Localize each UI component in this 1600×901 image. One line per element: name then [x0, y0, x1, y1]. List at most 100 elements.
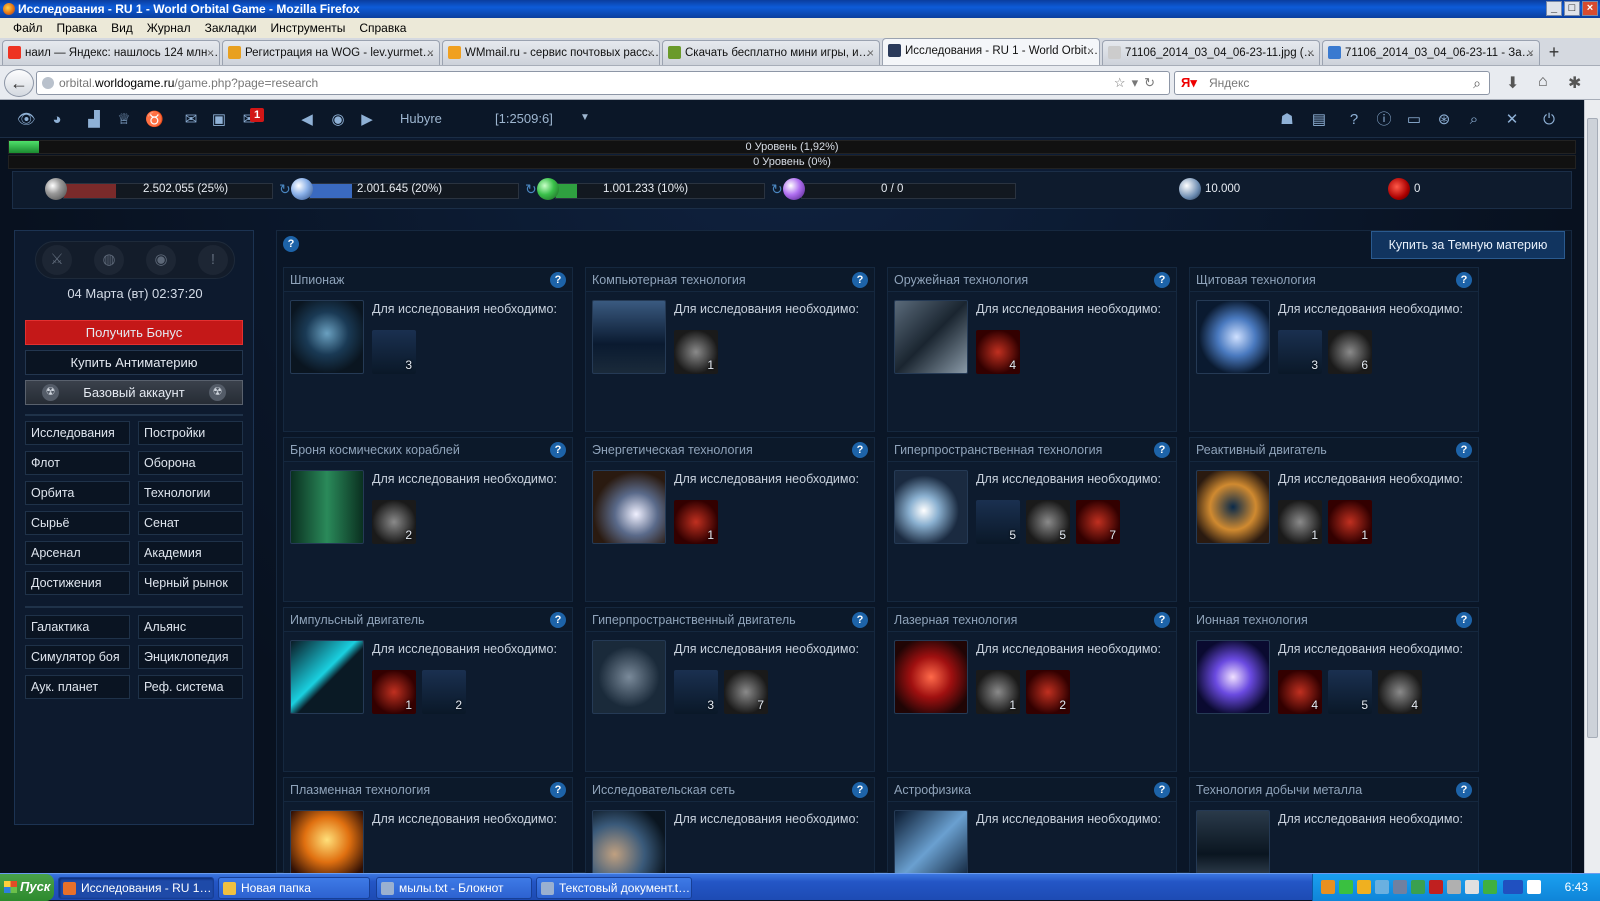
- scrollbar-thumb[interactable]: [1587, 118, 1598, 738]
- research-card[interactable]: Исследовательская сеть? Для исследования …: [585, 777, 875, 873]
- research-image[interactable]: [592, 300, 666, 374]
- research-image[interactable]: [894, 640, 968, 714]
- research-help-icon[interactable]: ?: [852, 782, 868, 798]
- research-name[interactable]: Энергетическая технология: [592, 443, 753, 457]
- menu-item[interactable]: Правка: [50, 18, 105, 38]
- back-button[interactable]: ←: [4, 69, 34, 97]
- page-scrollbar[interactable]: [1584, 100, 1600, 873]
- menu-item[interactable]: Вид: [104, 18, 140, 38]
- browser-tab[interactable]: 71106_2014_03_04_06-23-11.jpg (… ×: [1102, 40, 1320, 65]
- buy-antimatter-button[interactable]: Купить Антиматерию: [25, 350, 243, 375]
- requirement-item[interactable]: 4: [976, 330, 1020, 374]
- tray-app-icon[interactable]: [1375, 880, 1389, 894]
- research-name[interactable]: Ионная технология: [1196, 613, 1308, 627]
- officer-planet-icon[interactable]: ◍: [94, 245, 124, 275]
- nav-item[interactable]: Сенат: [138, 511, 243, 535]
- settings-icon[interactable]: ✕: [1503, 111, 1521, 129]
- research-image[interactable]: [592, 640, 666, 714]
- nav-item[interactable]: Черный рынок: [138, 571, 243, 595]
- research-name[interactable]: Плазменная технология: [290, 783, 430, 797]
- research-help-icon[interactable]: ?: [550, 272, 566, 288]
- research-image[interactable]: [592, 470, 666, 544]
- requirement-item[interactable]: 7: [1076, 500, 1120, 544]
- research-card[interactable]: Импульсный двигатель? Для исследования не…: [283, 607, 573, 772]
- tray-app-icon[interactable]: [1339, 880, 1353, 894]
- nav-item[interactable]: Сырьё: [25, 511, 130, 535]
- research-help-icon[interactable]: ?: [1456, 612, 1472, 628]
- research-help-icon[interactable]: ?: [1154, 442, 1170, 458]
- requirement-item[interactable]: 4: [1278, 670, 1322, 714]
- research-name[interactable]: Гиперпространственная технология: [894, 443, 1102, 457]
- tray-app-icon[interactable]: [1447, 880, 1461, 894]
- research-image[interactable]: [1196, 300, 1270, 374]
- research-name[interactable]: Шпионаж: [290, 273, 344, 287]
- support-icon[interactable]: ⊛: [1435, 111, 1453, 129]
- research-card[interactable]: Ионная технология? Для исследования необх…: [1189, 607, 1479, 772]
- tab-close-icon[interactable]: ×: [1087, 39, 1094, 63]
- research-image[interactable]: [1196, 810, 1270, 873]
- taskbar-item[interactable]: мылы.txt - Блокнот: [376, 877, 532, 899]
- research-card[interactable]: Плазменная технология? Для исследования н…: [283, 777, 573, 873]
- content-help-icon[interactable]: ?: [283, 236, 299, 252]
- research-image[interactable]: [894, 300, 968, 374]
- taskbar-item[interactable]: Исследования - RU 1…: [58, 877, 214, 899]
- planet-icon[interactable]: ◕: [48, 111, 66, 129]
- research-card[interactable]: Реактивный двигатель? Для исследования не…: [1189, 437, 1479, 602]
- bookmark-star-icon[interactable]: ☆▾↻: [1114, 72, 1161, 94]
- research-name[interactable]: Импульсный двигатель: [290, 613, 425, 627]
- deuterium-refresh-icon[interactable]: ↻: [771, 181, 783, 198]
- tray-app-icon[interactable]: [1393, 880, 1407, 894]
- research-card[interactable]: Лазерная технология? Для исследования нео…: [887, 607, 1177, 772]
- requirement-item[interactable]: 1: [976, 670, 1020, 714]
- alliance-icon[interactable]: ☗: [1278, 111, 1296, 129]
- officer-exclaim-icon[interactable]: !: [198, 245, 228, 275]
- tray-app-icon[interactable]: [1527, 880, 1541, 894]
- research-help-icon[interactable]: ?: [1456, 782, 1472, 798]
- research-help-icon[interactable]: ?: [852, 442, 868, 458]
- tray-app-icon[interactable]: [1429, 880, 1443, 894]
- prev-planet-icon[interactable]: ◀: [298, 111, 316, 129]
- research-card[interactable]: Астрофизика? Для исследования необходимо:: [887, 777, 1177, 873]
- overview-eye-icon[interactable]: 👁: [17, 111, 36, 129]
- maximize-button[interactable]: □: [1564, 1, 1580, 16]
- requirement-item[interactable]: 7: [724, 670, 768, 714]
- research-card[interactable]: Щитовая технология? Для исследования необ…: [1189, 267, 1479, 432]
- screen-icon[interactable]: ▭: [1405, 111, 1423, 129]
- search-input[interactable]: Я▾ Яндекс ⌕: [1174, 71, 1490, 95]
- next-planet-icon[interactable]: ▶: [358, 111, 376, 129]
- browser-tab[interactable]: Скачать бесплатно мини игры, и… ×: [662, 40, 880, 65]
- taskbar-item[interactable]: Новая папка: [218, 877, 370, 899]
- minimize-button[interactable]: _: [1546, 1, 1562, 16]
- requirement-item[interactable]: 1: [674, 330, 718, 374]
- research-image[interactable]: [894, 810, 968, 873]
- chat-icon[interactable]: ✉: [182, 111, 200, 129]
- planet-list-icon[interactable]: ◉: [329, 111, 347, 129]
- requirement-item[interactable]: 6: [1328, 330, 1372, 374]
- home-icon[interactable]: ⌂: [1538, 73, 1548, 91]
- browser-tab[interactable]: наил — Яндекс: нашлось 124 млн … ×: [2, 40, 220, 65]
- url-bar[interactable]: orbital.worldogame.ru/game.php?page=rese…: [36, 71, 1170, 95]
- tray-app-icon[interactable]: [1321, 880, 1335, 894]
- browser-tab[interactable]: Исследования - RU 1 - World Orbit… ×: [882, 38, 1100, 65]
- planet-dropdown-icon[interactable]: ▼: [580, 112, 590, 123]
- metal-refresh-icon[interactable]: ↻: [279, 181, 291, 198]
- info-icon[interactable]: ⓘ: [1375, 111, 1393, 129]
- help-icon[interactable]: ?: [1345, 111, 1363, 129]
- nav-item[interactable]: Исследования: [25, 421, 130, 445]
- research-help-icon[interactable]: ?: [550, 612, 566, 628]
- research-card[interactable]: Компьютерная технология? Для исследования…: [585, 267, 875, 432]
- research-help-icon[interactable]: ?: [852, 272, 868, 288]
- notes-icon[interactable]: ▤: [1310, 111, 1328, 129]
- research-name[interactable]: Лазерная технология: [894, 613, 1017, 627]
- tab-close-icon[interactable]: ×: [1307, 41, 1314, 65]
- requirement-item[interactable]: 5: [1026, 500, 1070, 544]
- research-card[interactable]: Броня космических кораблей? Для исследова…: [283, 437, 573, 602]
- medal-icon[interactable]: ♉: [145, 111, 164, 129]
- research-name[interactable]: Броня космических кораблей: [290, 443, 460, 457]
- nav-item[interactable]: Реф. система: [138, 675, 243, 699]
- language-icon[interactable]: [1503, 880, 1523, 894]
- research-image[interactable]: [592, 810, 666, 873]
- requirement-item[interactable]: 1: [674, 500, 718, 544]
- research-image[interactable]: [290, 810, 364, 873]
- requirement-item[interactable]: 2: [1026, 670, 1070, 714]
